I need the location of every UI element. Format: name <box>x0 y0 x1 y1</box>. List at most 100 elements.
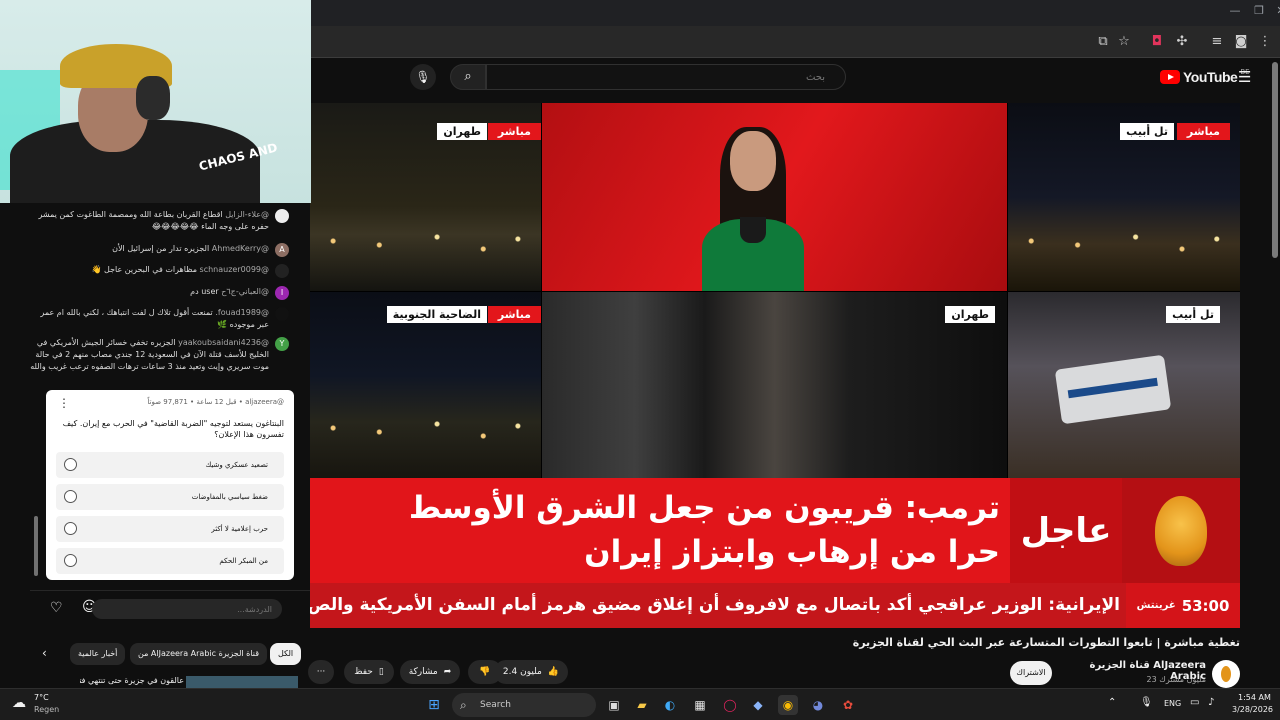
weather-desc: Regen <box>34 705 60 714</box>
poll-author[interactable]: @aljazeera <box>245 398 284 406</box>
poll-option-label: من المبكر الحكم <box>219 557 268 565</box>
poll-option-label: ضغط سياسي بالمفاوضات <box>191 493 268 501</box>
extensions-puzzle-icon[interactable]: ✣ <box>1173 33 1191 51</box>
chat-author[interactable]: @علاء-الزايل <box>225 210 269 219</box>
opera-icon[interactable]: ◯ <box>720 695 740 715</box>
city-lights <box>1008 221 1240 261</box>
save-button[interactable]: حفظ ▯ <box>344 660 394 684</box>
windows-taskbar: ☁ 7°C Regen ⊞ ⌕ Search ▣ ▰ ◐ ▦ ◯ ◆ ◉ ◕ ✿… <box>0 688 1280 720</box>
more-actions-button[interactable]: ··· <box>308 660 334 684</box>
chat-author[interactable]: @schnauzer0099 <box>200 265 269 274</box>
extension-icon[interactable]: ◘ <box>1148 33 1166 51</box>
poll-menu-icon[interactable]: ⋮ <box>58 396 70 410</box>
city-tag: تل أبيب <box>1166 306 1220 323</box>
chat-input[interactable] <box>92 599 282 619</box>
close-icon[interactable]: ✕ <box>1271 4 1280 20</box>
poll-option[interactable]: تصعيد عسكري وشيك <box>56 452 284 478</box>
radio-icon <box>64 490 77 503</box>
page-scrollbar[interactable] <box>1272 62 1278 258</box>
chat-avatar: A <box>275 243 289 257</box>
city-lights <box>310 408 541 448</box>
chip-channel[interactable]: من AlJazeera Arabic قناة الجزيرة <box>130 643 268 665</box>
heart-icon[interactable]: ♡ <box>50 600 63 616</box>
video-player[interactable]: مباشر طهران مباشر تل أبيب مباشر الضاحية … <box>310 103 1240 628</box>
chat-message: @fouad1989. تمنعت أقول تلاك ل لفت انتباه… <box>30 307 295 331</box>
profile-icon[interactable]: ◙ <box>1232 33 1250 51</box>
chat-scrollbar[interactable] <box>34 516 38 576</box>
chip-world-news[interactable]: أخبار عالمية <box>70 643 126 665</box>
hamburger-menu-icon[interactable]: ☰ <box>1238 68 1251 86</box>
store-icon[interactable]: ▦ <box>690 695 710 715</box>
network-icon[interactable]: ▭ <box>1190 697 1199 708</box>
taskbar-search[interactable]: ⌕ Search <box>452 693 596 717</box>
city-tag: طهران <box>945 306 995 323</box>
clock-time[interactable]: 1:54 AM <box>1238 693 1271 702</box>
video-tile-tel-aviv-skyline: مباشر تل أبيب <box>1008 103 1240 291</box>
chip-all[interactable]: الكل <box>270 643 302 665</box>
minimize-icon[interactable]: — <box>1225 4 1245 20</box>
chat-avatar <box>275 209 289 223</box>
like-button[interactable]: 2.4 مليون 👍 <box>494 660 568 684</box>
share-icon: ➦ <box>443 667 452 677</box>
search-input[interactable] <box>487 65 845 90</box>
poll-time: قبل 12 ساعة <box>196 398 237 406</box>
poll-card: @aljazeera • قبل 12 ساعة • 97,871 صوتاً … <box>46 390 294 580</box>
headset-icon <box>136 76 170 120</box>
tray-chevron-icon[interactable]: ⌃ <box>1108 697 1116 708</box>
poll-option-label: حرب إعلامية لا أكثر <box>211 525 268 533</box>
restore-icon[interactable]: ❐ <box>1249 4 1269 20</box>
headline-line-1: ترمب: قريبون من جعل الشرق الأوسط <box>408 490 1000 526</box>
dislike-button[interactable]: 👎 <box>468 660 502 684</box>
ticker-zone: غرينتش <box>1136 600 1176 611</box>
language-indicator[interactable]: ENG <box>1164 699 1181 708</box>
thumbs-down-icon: 👎 <box>479 667 491 677</box>
search-box <box>486 64 846 90</box>
news-ticker: 53:00 غرينتش الإيرانية: الوزير عراقجي أك… <box>310 583 1240 628</box>
file-explorer-icon[interactable]: ▰ <box>632 695 652 715</box>
poll-option[interactable]: ضغط سياسي بالمفاوضات <box>56 484 284 510</box>
media-control-icon[interactable]: ≡ <box>1208 33 1226 51</box>
app-icon[interactable]: ◆ <box>748 695 768 715</box>
discord-icon[interactable]: ◕ <box>808 695 828 715</box>
chevron-left-icon[interactable]: ‹ <box>42 646 47 660</box>
chat-author[interactable]: @yaakoubsaidani4236 <box>178 338 269 347</box>
related-title[interactable]: عالقون في جزيرة حتى تنتهي فترة <box>80 676 184 685</box>
subscribe-button[interactable]: الاشتراك <box>1010 661 1052 685</box>
browser-menu-icon[interactable]: ⋮ <box>1256 33 1274 51</box>
chat-text: user دم <box>190 287 219 296</box>
edge-icon[interactable]: ◐ <box>660 695 680 715</box>
subscriber-count: 23 مليون مشترك <box>1146 675 1206 684</box>
install-icon[interactable]: ⧉ <box>1094 33 1112 51</box>
related-thumbnail[interactable] <box>186 676 298 688</box>
youtube-logo-text: YouTube <box>1183 69 1238 85</box>
weather-icon[interactable]: ☁ <box>12 695 26 711</box>
share-button[interactable]: مشاركة ➦ <box>400 660 460 684</box>
voice-search-icon[interactable]: 🎙 <box>410 64 436 90</box>
youtube-logo[interactable]: YouTube BE <box>1160 68 1250 86</box>
live-tag: مباشر <box>1176 123 1230 140</box>
clock-date[interactable]: 3/28/2026 <box>1232 705 1273 714</box>
chat-author[interactable]: @العباني-ج٦ح <box>221 287 269 296</box>
aljazeera-logo <box>1122 478 1240 583</box>
chat-author[interactable]: @AhmedKerry <box>212 244 269 253</box>
search-icon[interactable]: ⌕ <box>450 64 486 90</box>
channel-avatar[interactable] <box>1212 660 1240 688</box>
chat-message: A @AhmedKerry الجزيره تدار من إسرائيل ال… <box>30 243 295 257</box>
poll-option[interactable]: من المبكر الحكم <box>56 548 284 574</box>
app2-icon[interactable]: ✿ <box>838 695 858 715</box>
chrome-icon[interactable]: ◉ <box>778 695 798 715</box>
video-tile-dahieh: مباشر الضاحية الجنوبية <box>310 292 541 478</box>
task-view-icon[interactable]: ▣ <box>604 695 624 715</box>
windows-start-icon[interactable]: ⊞ <box>424 695 444 715</box>
chat-message: Y @yaakoubsaidani4236 الجزيره تخفي خسائر… <box>30 337 295 373</box>
city-tag: تل أبيب <box>1120 123 1174 140</box>
bookmark-star-icon[interactable]: ☆ <box>1115 33 1133 51</box>
like-count: 2.4 مليون <box>502 667 542 677</box>
poll-option[interactable]: حرب إعلامية لا أكثر <box>56 516 284 542</box>
chat-author[interactable]: @fouad1989. <box>215 308 269 317</box>
microphone-icon[interactable]: 🎙 <box>1140 697 1153 708</box>
taskbar-search-label: Search <box>480 700 511 710</box>
save-label: حفظ <box>354 667 373 677</box>
chat-message: @schnauzer0099 مظاهرات في البحرين عاجل 👋 <box>30 264 295 278</box>
volume-icon[interactable]: ♪ <box>1208 697 1214 708</box>
